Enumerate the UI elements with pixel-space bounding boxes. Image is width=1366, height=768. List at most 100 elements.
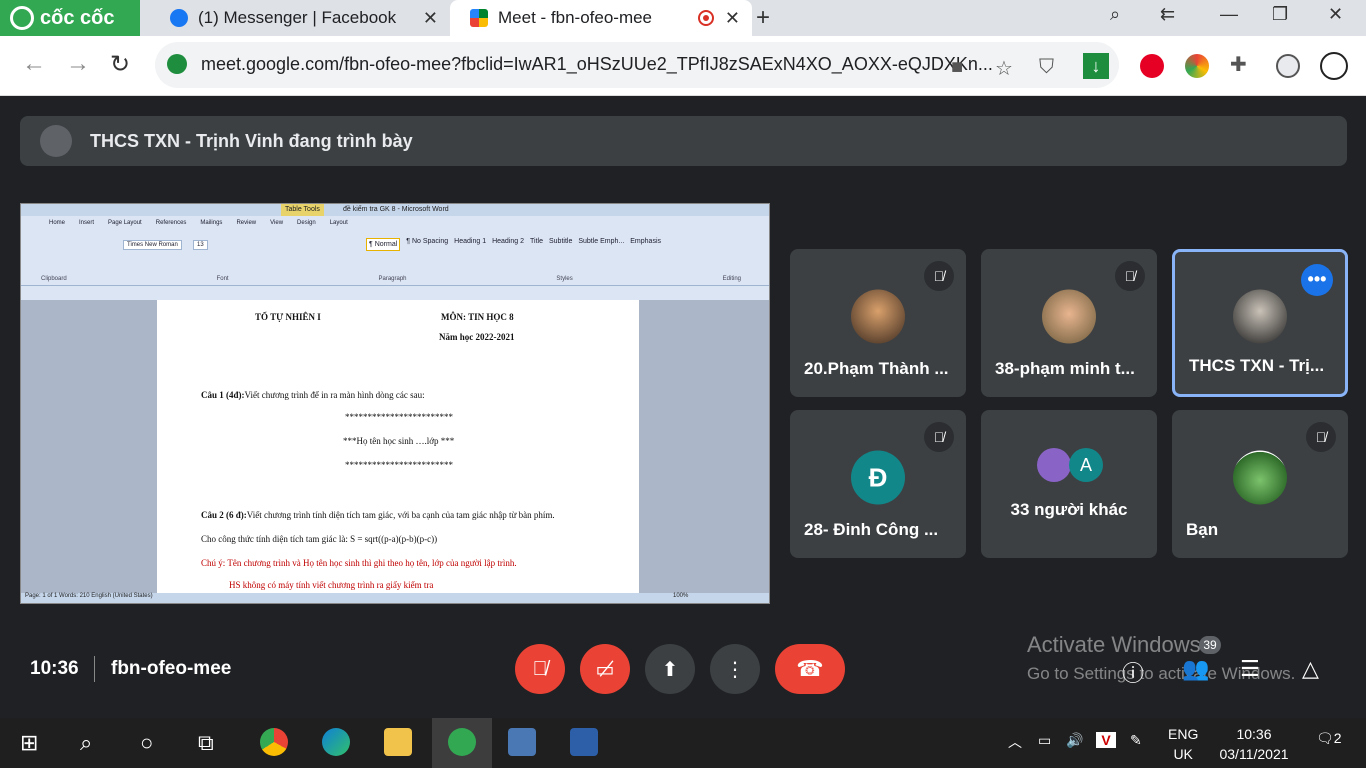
mic-off-icon: 🎙̸ bbox=[1115, 261, 1145, 291]
tray-date: 03/11/2021 bbox=[1219, 746, 1289, 762]
tray-time: 10:36 bbox=[1236, 726, 1272, 742]
coccoc-icon[interactable] bbox=[448, 728, 476, 756]
coccoc-logo[interactable]: cốc cốc bbox=[0, 0, 140, 36]
camera-icon[interactable]: ■ bbox=[951, 56, 963, 79]
avatar bbox=[851, 289, 905, 344]
extension-icon[interactable] bbox=[1185, 54, 1209, 78]
style-title[interactable]: Title bbox=[530, 238, 543, 251]
word-title: đề kiểm tra GK 8 - Microsoft Word bbox=[343, 206, 449, 213]
volume-icon[interactable]: 🔊 bbox=[1066, 732, 1083, 749]
shield-icon[interactable]: ⛉ bbox=[1039, 56, 1054, 79]
people-icon[interactable]: 👥 bbox=[1182, 656, 1209, 682]
show-hidden-icons[interactable]: ︿ bbox=[1008, 732, 1022, 752]
puzzle-icon[interactable]: ✚ bbox=[1230, 52, 1247, 77]
styles-gallery: ¶ Normal ¶ No Spacing Heading 1 Heading … bbox=[366, 238, 661, 251]
chrome-icon[interactable] bbox=[260, 728, 288, 756]
participant-name: 28- Đinh Công ... bbox=[804, 520, 939, 539]
info-icon[interactable]: ⓘ bbox=[1122, 656, 1144, 688]
notifications-icon[interactable]: 🗨2 bbox=[1316, 730, 1342, 747]
pc-app-icon[interactable] bbox=[570, 728, 598, 756]
participant-tile-self[interactable]: 🎙̸ Bạn bbox=[1172, 410, 1348, 558]
clock[interactable]: 10:36 03/11/2021 bbox=[1214, 724, 1294, 764]
presenting-banner: THCS TXN - Trịnh Vinh đang trình bày bbox=[20, 116, 1347, 166]
more-options-icon[interactable]: ••• bbox=[1301, 264, 1333, 296]
menu-design[interactable]: Design bbox=[297, 220, 316, 226]
activities-icon[interactable]: △ bbox=[1302, 656, 1319, 682]
reload-button[interactable]: ↻ bbox=[110, 50, 130, 79]
menu-references[interactable]: References bbox=[156, 220, 187, 226]
mic-toggle-button[interactable]: 🎙̸ bbox=[515, 644, 565, 694]
back-arrow-icon[interactable]: ⇇ bbox=[1160, 4, 1175, 25]
chat-icon[interactable]: ☰ bbox=[1240, 656, 1260, 682]
style-normal[interactable]: ¶ Normal bbox=[366, 238, 401, 251]
language-indicator[interactable]: ENG UK bbox=[1168, 724, 1198, 764]
file-explorer-icon[interactable] bbox=[384, 728, 412, 756]
menu-icon[interactable] bbox=[1320, 52, 1348, 80]
document-page: TỔ TỰ NHIÊN I MÔN: TIN HỌC 8 Năm học 202… bbox=[157, 300, 639, 595]
tab-meet[interactable]: Meet - fbn-ofeo-mee ✕ bbox=[450, 0, 752, 36]
coccoc-icon bbox=[10, 6, 34, 30]
minimize-button[interactable]: — bbox=[1220, 4, 1238, 25]
meet-icon bbox=[470, 9, 488, 27]
address-bar[interactable]: meet.google.com/fbn-ofeo-mee?fbclid=IwAR… bbox=[155, 42, 1119, 88]
style-subtle[interactable]: Subtle Emph... bbox=[578, 238, 624, 251]
group-clipboard: Clipboard bbox=[41, 276, 67, 282]
stars-line2: ***Họ tên học sinh ….lớp *** bbox=[343, 436, 455, 446]
restore-button[interactable]: ❐ bbox=[1272, 4, 1288, 25]
word-ribbon: Home Insert Page Layout References Maili… bbox=[21, 216, 769, 286]
vietkey-icon[interactable]: V bbox=[1096, 732, 1116, 748]
others-tile[interactable]: A 33 người khác bbox=[981, 410, 1157, 558]
cortana-icon[interactable]: ○ bbox=[140, 730, 153, 756]
menu-home[interactable]: Home bbox=[49, 220, 65, 226]
new-tab-button[interactable]: + bbox=[756, 4, 770, 32]
tab-messenger[interactable]: (1) Messenger | Facebook ✕ bbox=[150, 0, 450, 36]
menu-mailings[interactable]: Mailings bbox=[200, 220, 222, 226]
word-zoom[interactable]: 100% bbox=[673, 593, 688, 599]
leave-call-button[interactable]: ☎ bbox=[775, 644, 845, 694]
participant-tile[interactable]: 🎙̸ 20.Phạm Thành ... bbox=[790, 249, 966, 397]
back-button[interactable]: ← bbox=[22, 50, 46, 78]
participant-tile[interactable]: 🎙̸ 38-phạm minh t... bbox=[981, 249, 1157, 397]
pen-icon[interactable]: ✎ bbox=[1130, 732, 1142, 749]
edge-icon[interactable] bbox=[322, 728, 350, 756]
menu-layout[interactable]: Layout bbox=[330, 220, 348, 226]
network-app-icon[interactable] bbox=[508, 728, 536, 756]
style-heading2[interactable]: Heading 2 bbox=[492, 238, 524, 251]
menu-page-layout[interactable]: Page Layout bbox=[108, 220, 142, 226]
style-emphasis[interactable]: Emphasis bbox=[630, 238, 661, 251]
style-subtitle[interactable]: Subtitle bbox=[549, 238, 572, 251]
close-tab-icon[interactable]: ✕ bbox=[423, 8, 438, 29]
bookmark-star-icon[interactable]: ☆ bbox=[995, 56, 1013, 81]
font-name-box[interactable]: Times New Roman bbox=[123, 240, 182, 250]
task-view-icon[interactable]: ⧉ bbox=[198, 730, 214, 756]
search-tabs-icon[interactable]: ⌕ bbox=[1110, 4, 1120, 25]
battery-icon[interactable]: ▭ bbox=[1038, 732, 1051, 749]
participant-tile-presenter[interactable]: ••• THCS TXN - Trị... bbox=[1172, 249, 1348, 397]
camera-toggle-button[interactable]: ▭̸ bbox=[580, 644, 630, 694]
secure-lock-icon[interactable] bbox=[167, 54, 187, 74]
present-button[interactable]: ⬆ bbox=[645, 644, 695, 694]
search-icon[interactable]: ⌕ bbox=[80, 730, 92, 756]
participant-tile[interactable]: 🎙̸ Đ 28- Đinh Công ... bbox=[790, 410, 966, 558]
note: Chú ý: Tên chương trình và Họ tên học si… bbox=[201, 558, 517, 568]
menu-view[interactable]: View bbox=[270, 220, 283, 226]
tab-title: (1) Messenger | Facebook bbox=[198, 8, 397, 27]
lang-region: UK bbox=[1173, 746, 1193, 762]
url-text[interactable]: meet.google.com/fbn-ofeo-mee?fbclid=IwAR… bbox=[201, 54, 993, 75]
style-no-spacing[interactable]: ¶ No Spacing bbox=[406, 238, 448, 251]
download-icon[interactable]: ↓ bbox=[1083, 53, 1109, 79]
profile-icon[interactable] bbox=[1276, 54, 1300, 78]
menu-insert[interactable]: Insert bbox=[79, 220, 94, 226]
more-options-button[interactable]: ⋮ bbox=[710, 644, 760, 694]
menu-review[interactable]: Review bbox=[236, 220, 256, 226]
font-size-box[interactable]: 13 bbox=[193, 240, 208, 250]
q1-text: Viết chương trình để in ra màn hình dòng… bbox=[244, 390, 425, 400]
table-tools-label: Table Tools bbox=[281, 204, 324, 216]
windows-start-icon[interactable]: ⊞ bbox=[20, 730, 38, 756]
close-window-button[interactable]: ✕ bbox=[1328, 4, 1343, 25]
forward-button[interactable]: → bbox=[66, 50, 90, 78]
style-heading1[interactable]: Heading 1 bbox=[454, 238, 486, 251]
avatar bbox=[40, 125, 72, 157]
close-tab-icon[interactable]: ✕ bbox=[725, 8, 740, 29]
pinterest-icon[interactable] bbox=[1140, 54, 1164, 78]
